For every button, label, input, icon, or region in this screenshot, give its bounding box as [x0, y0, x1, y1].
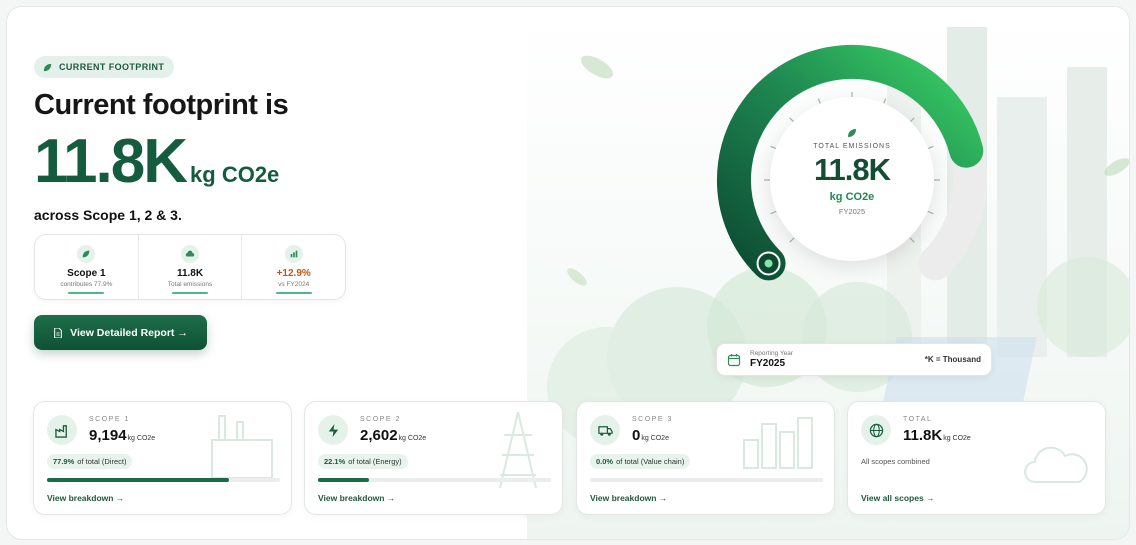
stat-sub: contributes 77.9%: [60, 281, 113, 288]
scope-progress-track: [47, 478, 280, 482]
scope-value: 9,194 kg CO2e: [89, 427, 155, 444]
gauge-tick: [909, 237, 915, 243]
scope-value: 0 kg CO2e: [632, 427, 669, 444]
leaf-icon: [43, 63, 52, 71]
scope-value-number: 2,602: [360, 427, 398, 444]
gauge-tick: [927, 145, 934, 150]
globe-icon: [861, 415, 891, 445]
scope-percent-text: of total (Energy): [348, 457, 402, 466]
scope-value: 11.8K kg CO2e: [903, 427, 971, 444]
stat-change: +12.9% vs FY2024: [241, 235, 345, 299]
reporting-year-selector[interactable]: Reporting Year FY2025 *K = Thousand: [716, 343, 992, 376]
stat-bar: [68, 292, 105, 294]
stats-box: Scope 1 contributes 77.9% 11.8K Total em…: [34, 234, 346, 300]
reporting-year-label: Reporting Year: [750, 350, 794, 357]
scope-value: 2,602 kg CO2e: [360, 427, 426, 444]
city-decoration-icon: [743, 417, 813, 469]
scope-percent-text: of total (Direct): [77, 457, 127, 466]
factory-icon: [47, 415, 77, 445]
scope-progress-fill: [318, 478, 370, 482]
gauge-label: TOTAL EMISSIONS: [813, 143, 891, 150]
gauge-unit: kg CO2e: [829, 191, 875, 203]
total-sub: All scopes combined: [861, 457, 930, 466]
gauge-tick: [927, 210, 934, 215]
stat-bar: [275, 292, 312, 294]
scope-value-number: 9,194: [89, 427, 127, 444]
view-detailed-report-button[interactable]: View Detailed Report →: [34, 315, 207, 350]
stat-total: 11.8K Total emissions: [137, 235, 242, 299]
stat-bar: [172, 292, 208, 294]
stat-value: +12.9%: [276, 268, 311, 279]
chart-icon: [284, 245, 303, 263]
document-icon: [54, 327, 62, 338]
gauge-tick: [770, 210, 777, 215]
scope-value-unit: kg CO2e: [127, 435, 156, 442]
scope-percent: 22.1%: [324, 457, 346, 466]
lightning-icon: [318, 415, 348, 445]
scope-line: across Scope 1, 2 & 3.: [34, 207, 182, 223]
reporting-year-value: FY2025: [750, 358, 786, 369]
calendar-icon: [727, 353, 741, 366]
scope-2-card: SCOPE 2 2,602 kg CO2e 22.1% of total (Ener…: [304, 401, 563, 515]
gauge-knob: [756, 251, 781, 276]
view-breakdown-link[interactable]: View breakdown →: [318, 493, 395, 503]
scope-percent-chip: 22.1% of total (Energy): [318, 454, 408, 469]
scope-progress-track: [318, 478, 551, 482]
factory-decoration-icon: [211, 415, 273, 479]
total-card: TOTAL 11.8K kg CO2e All scopes combined V…: [847, 401, 1106, 515]
thousand-note: *K = Thousand: [924, 355, 981, 364]
scope-value-unit: kg CO2e: [943, 435, 971, 442]
stat-sub: Total emissions: [167, 281, 213, 288]
footprint-value: 11.8K kg CO2e: [34, 131, 279, 193]
view-all-scopes-link[interactable]: View all scopes →: [861, 493, 935, 503]
scope-value-number: 0: [632, 427, 641, 444]
pill-label: CURRENT FOOTPRINT: [59, 62, 165, 72]
gauge-value: 11.8K: [813, 152, 891, 187]
stat-value: Scope 1: [67, 268, 106, 279]
scope-progress-fill: [47, 478, 229, 482]
current-footprint-pill: CURRENT FOOTPRINT: [34, 56, 175, 78]
gauge-tick: [789, 237, 795, 243]
scope-label: SCOPE 1: [89, 416, 130, 423]
footprint-number: 11.8K: [34, 127, 188, 196]
scope-1-card: SCOPE 1 9,194 kg CO2e 77.9% of total (Dire…: [33, 401, 292, 515]
scope-3-card: SCOPE 3 0 kg CO2e 0.0% of total (Value cha…: [576, 401, 835, 515]
scope-value-unit: kg CO2e: [398, 435, 427, 442]
cloud-decoration-icon: [1024, 446, 1088, 483]
scope-percent: 77.9%: [53, 457, 75, 466]
scope-percent-text: of total (Value chain): [616, 457, 685, 466]
scope-percent-chip: 0.0% of total (Value chain): [590, 454, 691, 469]
cloud-icon: [181, 245, 199, 263]
view-breakdown-link[interactable]: View breakdown →: [47, 493, 124, 503]
scope-label: TOTAL: [903, 416, 933, 423]
leaf-icon: [77, 245, 96, 263]
gauge-center: TOTAL EMISSIONS 11.8K kg CO2e FY2025: [770, 97, 934, 261]
scope-value-unit: kg CO2e: [641, 435, 669, 442]
footprint-unit: kg CO2e: [190, 162, 280, 187]
stat-scope1: Scope 1 contributes 77.9%: [35, 235, 138, 299]
view-breakdown-link[interactable]: View breakdown →: [590, 493, 667, 503]
leaf-icon: [848, 129, 856, 137]
stat-sub: vs FY2024: [278, 281, 310, 288]
reporting-year-text: Reporting Year FY2025: [750, 350, 793, 369]
headline: Current footprint is: [34, 89, 289, 121]
scope-label: SCOPE 2: [360, 416, 401, 423]
scope-label: SCOPE 3: [632, 416, 673, 423]
scope-percent: 0.0%: [596, 457, 614, 466]
scope-value-number: 11.8K: [903, 427, 943, 444]
report-button-label: View Detailed Report →: [70, 326, 188, 339]
scope-percent-chip: 77.9% of total (Direct): [47, 454, 133, 469]
gauge-year: FY2025: [838, 207, 866, 216]
stat-value: 11.8K: [176, 268, 204, 279]
scope-progress-track: [590, 478, 823, 482]
truck-icon: [590, 415, 620, 445]
